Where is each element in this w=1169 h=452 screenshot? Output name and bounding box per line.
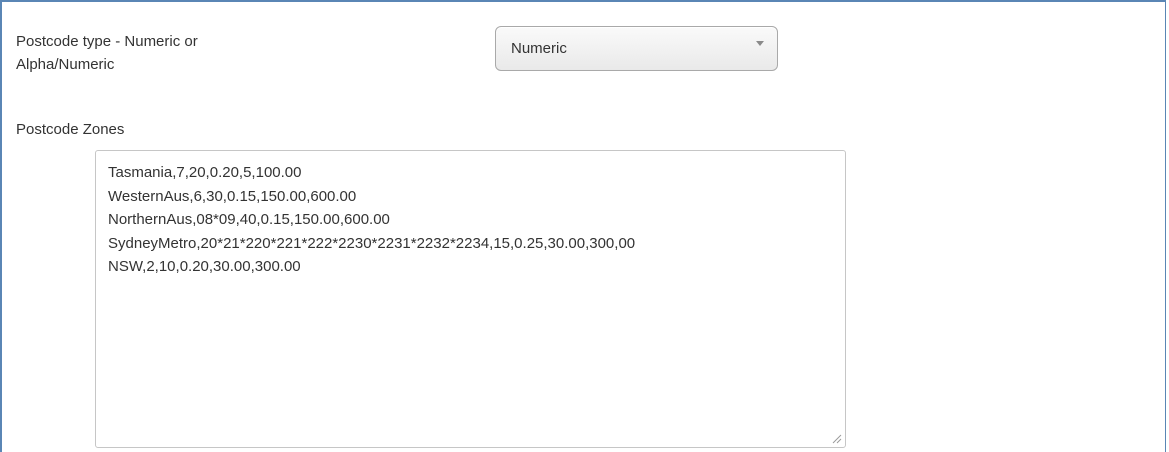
zone-line: NSW,2,10,0.20,30.00,300.00	[108, 258, 301, 275]
zone-line: NorthernAus,08*09,40,0.15,150.00,600.00	[108, 211, 390, 228]
postcode-type-label-line2: Alpha/Numeric	[16, 56, 115, 73]
postcode-type-selected-value: Numeric	[511, 40, 567, 57]
settings-panel: Postcode type - Numeric or Alpha/Numeric…	[0, 0, 1166, 452]
resize-grip-icon[interactable]	[832, 434, 842, 444]
zone-line: WesternAus,6,30,0.15,150.00,600.00	[108, 187, 357, 205]
postcode-zones-label: Postcode Zones	[16, 121, 125, 138]
zone-line: SydneyMetro,20*21*220*221*222*2230*2231*…	[108, 234, 636, 252]
postcode-type-select[interactable]: Numeric	[495, 26, 778, 71]
postcode-type-label: Postcode type - Numeric or Alpha/Numeric	[16, 30, 316, 76]
chevron-down-icon	[756, 41, 764, 46]
postcode-zones-textarea[interactable]: Tasmania,7,20,0.20,5,100.00 WesternAus,6…	[95, 150, 846, 448]
postcode-type-label-line1: Postcode type - Numeric or	[16, 33, 198, 50]
zone-line: Tasmania,7,20,0.20,5,100.00	[108, 164, 302, 181]
